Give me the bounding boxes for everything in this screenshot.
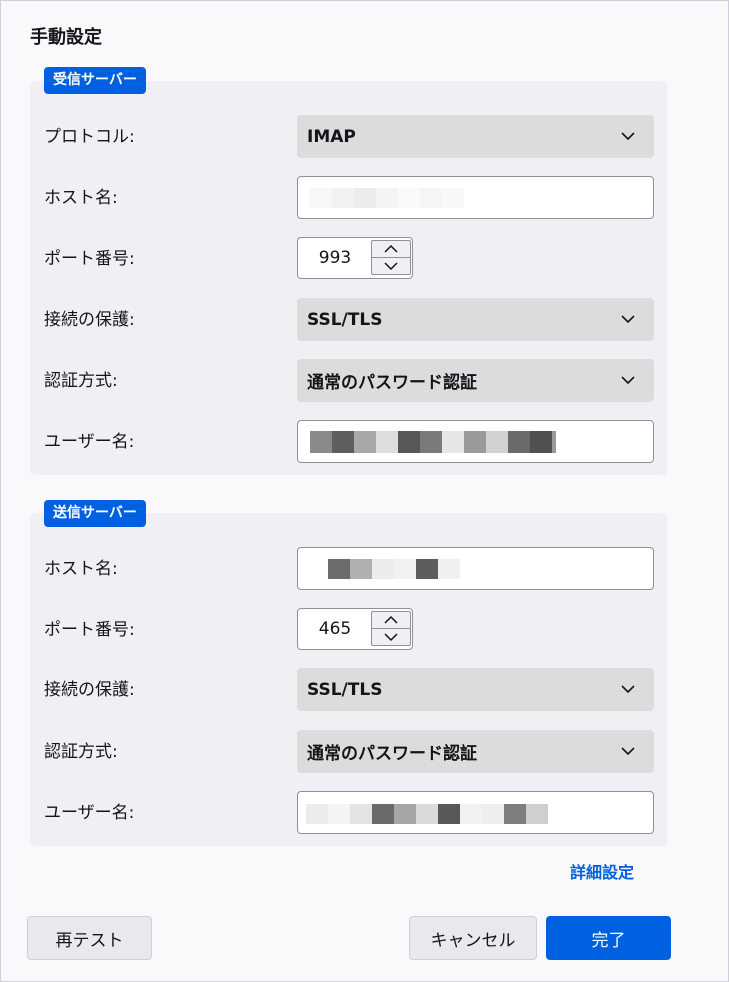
incoming-port-increment[interactable]	[371, 240, 411, 258]
cancel-button[interactable]: キャンセル	[409, 916, 537, 960]
incoming-protocol-label: プロトコル:	[44, 127, 135, 147]
incoming-hostname-input[interactable]	[297, 176, 654, 219]
dialog-title: 手動設定	[30, 27, 102, 48]
chevron-down-icon	[384, 633, 398, 642]
redacted-text	[310, 431, 556, 453]
outgoing-security-label: 接続の保護:	[44, 680, 135, 700]
incoming-server-badge: 受信サーバー	[44, 67, 146, 94]
outgoing-username-label: ユーザー名:	[44, 803, 135, 823]
chevron-down-icon	[384, 262, 398, 271]
incoming-security-select[interactable]: SSL/TLS	[297, 298, 654, 341]
redacted-text	[310, 188, 464, 208]
incoming-auth-select[interactable]: 通常のパスワード認証	[297, 359, 654, 402]
outgoing-security-value: SSL/TLS	[307, 679, 383, 700]
chevron-down-icon	[621, 315, 635, 324]
outgoing-server-badge: 送信サーバー	[44, 500, 146, 527]
outgoing-port-decrement[interactable]	[371, 628, 411, 646]
incoming-port-label: ポート番号:	[44, 249, 135, 269]
redacted-text	[306, 804, 548, 824]
chevron-down-icon	[621, 376, 635, 385]
incoming-security-value: SSL/TLS	[307, 309, 383, 330]
chevron-down-icon	[621, 132, 635, 141]
incoming-username-input[interactable]	[297, 420, 654, 463]
outgoing-auth-value: 通常のパスワード認証	[307, 744, 477, 764]
outgoing-port-value: 465	[318, 619, 352, 639]
outgoing-auth-label: 認証方式:	[44, 742, 118, 762]
incoming-port-input[interactable]: 993	[297, 237, 413, 279]
incoming-protocol-select[interactable]: IMAP	[297, 115, 654, 158]
account-setup-dialog: 手動設定 受信サーバー プロトコル: IMAP ホスト名: ポート番号: 993…	[0, 0, 729, 982]
chevron-up-icon	[384, 244, 398, 253]
incoming-hostname-label: ホスト名:	[44, 188, 118, 208]
outgoing-hostname-input[interactable]	[297, 547, 654, 590]
outgoing-security-select[interactable]: SSL/TLS	[297, 668, 654, 711]
chevron-down-icon	[621, 685, 635, 694]
chevron-up-icon	[384, 615, 398, 624]
outgoing-port-label: ポート番号:	[44, 620, 135, 640]
incoming-port-decrement[interactable]	[371, 257, 411, 275]
chevron-down-icon	[621, 747, 635, 756]
outgoing-username-input[interactable]	[297, 791, 654, 834]
incoming-auth-value: 通常のパスワード認証	[307, 373, 477, 393]
outgoing-port-input[interactable]: 465	[297, 608, 413, 650]
incoming-port-value: 993	[318, 248, 352, 268]
redacted-text	[328, 559, 460, 579]
outgoing-hostname-label: ホスト名:	[44, 559, 118, 579]
done-button[interactable]: 完了	[546, 916, 671, 960]
incoming-username-label: ユーザー名:	[44, 432, 135, 452]
incoming-protocol-value: IMAP	[307, 126, 356, 147]
outgoing-auth-select[interactable]: 通常のパスワード認証	[297, 730, 654, 773]
outgoing-port-increment[interactable]	[371, 611, 411, 629]
incoming-security-label: 接続の保護:	[44, 310, 135, 330]
advanced-settings-link[interactable]: 詳細設定	[570, 859, 634, 883]
retest-button[interactable]: 再テスト	[27, 916, 152, 960]
incoming-auth-label: 認証方式:	[44, 371, 118, 391]
